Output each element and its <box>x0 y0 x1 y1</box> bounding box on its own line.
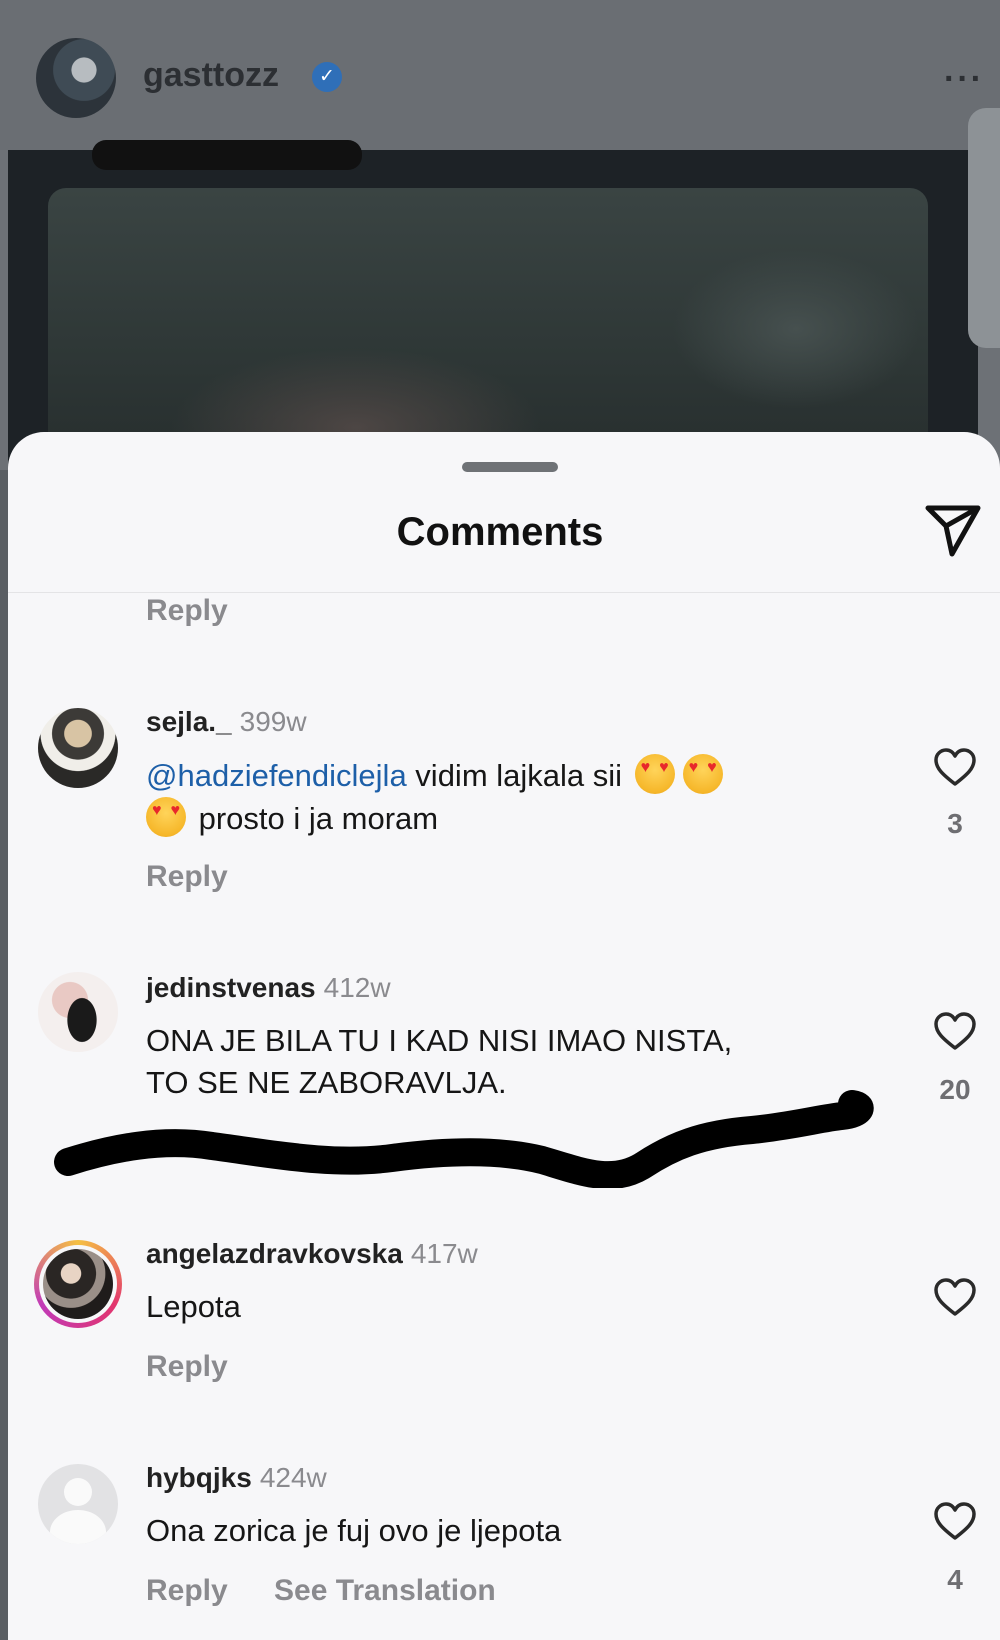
comment-timestamp: 412w <box>323 972 391 1003</box>
see-translation-button[interactable]: See Translation <box>274 1574 496 1608</box>
redaction-scribble <box>54 1090 874 1188</box>
like-count: 3 <box>947 808 963 839</box>
more-dots-icon[interactable]: ··· <box>944 60 984 99</box>
username-text[interactable]: hybqjks <box>146 1462 252 1493</box>
post-background: gasttozz ✓ ··· <box>0 0 1000 470</box>
comment-username[interactable]: angelazdravkovska 417w <box>146 1238 478 1270</box>
reply-button[interactable]: Reply <box>146 1574 228 1608</box>
comment-timestamp: 424w <box>259 1462 327 1493</box>
default-avatar-body <box>50 1510 106 1544</box>
post-header: gasttozz ✓ ··· <box>0 0 1000 150</box>
comment-timestamp: 417w <box>410 1238 478 1269</box>
avatar[interactable] <box>38 708 118 788</box>
comment-username[interactable]: sejla._ 399w <box>146 706 307 738</box>
reply-button[interactable]: Reply <box>146 1350 228 1384</box>
post-author-avatar[interactable] <box>36 38 116 118</box>
sheet-title: Comments <box>396 510 604 554</box>
paper-plane-icon[interactable] <box>922 502 984 560</box>
verified-badge-icon: ✓ <box>312 62 342 92</box>
sheet-drag-handle[interactable] <box>462 462 558 472</box>
comment-text-part: vidim lajkala sii <box>406 758 631 793</box>
heart-eyes-emoji-icon <box>682 754 723 794</box>
comment-username[interactable]: jedinstvenas 412w <box>146 972 391 1004</box>
heart-eyes-emoji-icon <box>634 754 675 794</box>
default-avatar-icon <box>64 1478 92 1506</box>
comment-text: Lepota <box>146 1289 241 1324</box>
post-photo <box>48 188 928 470</box>
comment-text: Ona zorica je fuj ovo je ljepota <box>146 1513 562 1548</box>
like-count: 20 <box>939 1074 971 1105</box>
comment-timestamp: 399w <box>239 706 307 737</box>
like-count: 4 <box>947 1564 963 1595</box>
username-text[interactable]: jedinstvenas <box>146 972 316 1003</box>
sheet-divider <box>8 592 1000 593</box>
comment-text-part: prosto i ja moram <box>190 801 439 836</box>
username-text[interactable]: angelazdravkovska <box>146 1238 403 1269</box>
side-nav-handle[interactable] <box>968 108 1000 348</box>
comment-text: @hadziefendiclejla vidim lajkala sii pro… <box>146 754 846 840</box>
heart-eyes-emoji-icon <box>146 797 186 837</box>
redaction-mark <box>92 140 362 170</box>
username-text[interactable]: sejla._ <box>146 706 232 737</box>
comment-line: prosto i ja moram <box>146 797 846 840</box>
like-heart-icon[interactable] <box>932 1500 978 1542</box>
avatar[interactable] <box>38 972 118 1052</box>
comment-line: @hadziefendiclejla vidim lajkala sii <box>146 754 846 797</box>
comment-line: ONA JE BILA TU I KAD NISI IMAO NISTA, <box>146 1023 733 1058</box>
avatar <box>39 1245 117 1323</box>
like-heart-icon[interactable] <box>932 1010 978 1052</box>
story-ring[interactable] <box>34 1240 122 1328</box>
avatar-photo <box>43 1249 113 1319</box>
avatar[interactable] <box>38 1464 118 1544</box>
post-author-username[interactable]: gasttozz <box>143 56 279 95</box>
reply-button[interactable]: Reply <box>146 594 228 628</box>
comment-username[interactable]: hybqjks 424w <box>146 1462 327 1494</box>
mention-link[interactable]: @hadziefendiclejla <box>146 758 407 793</box>
like-heart-icon[interactable] <box>932 1276 978 1318</box>
like-heart-icon[interactable] <box>932 746 978 788</box>
reply-button[interactable]: Reply <box>146 860 228 894</box>
